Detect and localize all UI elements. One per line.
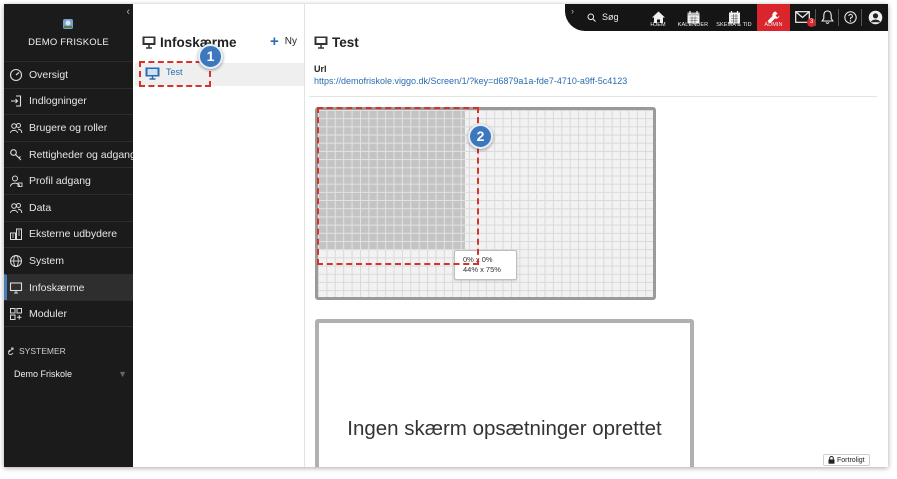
wrench-icon: [767, 11, 780, 24]
systems-heading: SYSTEMER: [8, 346, 66, 356]
sidebar-item-label: System: [29, 254, 65, 267]
annotation-highlight-2: [317, 107, 479, 265]
system-select-value: Demo Friskole: [14, 369, 73, 379]
sidebar-nav: Oversigt Indlogninger Brugere og roller …: [4, 61, 133, 327]
empty-state-box: Ingen skærm opsætninger oprettet: [315, 319, 694, 467]
link-icon: [8, 347, 14, 355]
schedule-icon: [729, 11, 740, 24]
sidebar-item-profil-adgang[interactable]: Profil adgang: [4, 167, 133, 194]
new-button-label: Ny: [284, 36, 297, 47]
empty-state-message: Ingen skærm opsætninger oprettet: [347, 417, 662, 440]
modules-icon: [10, 307, 22, 320]
selection-size: 44% x 75%: [463, 265, 501, 274]
sidebar-item-infoskaerme[interactable]: Infoskærme: [4, 273, 133, 301]
dashboard-icon: [9, 68, 23, 81]
topbar-divider: [815, 9, 816, 26]
url-label: Url: [314, 64, 327, 74]
sidebar-item-label: Eksterne udbydere: [29, 228, 118, 241]
screen-icon: [142, 36, 156, 49]
search-icon: [587, 13, 596, 22]
sidebar-item-label: Rettigheder og adgang: [29, 148, 133, 161]
help-icon[interactable]: [844, 11, 857, 24]
login-icon: [11, 95, 22, 107]
external-providers-icon: [10, 228, 22, 241]
search-label: Søg: [602, 12, 619, 22]
sidebar-item-moduler[interactable]: Moduler: [4, 300, 133, 327]
chevron-right-icon[interactable]: ›: [571, 6, 574, 16]
home-icon: [652, 11, 665, 23]
sidebar-item-oversigt[interactable]: Oversigt: [4, 61, 133, 88]
sidebar-item-label: Brugere og roller: [29, 121, 108, 134]
data-icon: [10, 202, 23, 213]
top-bar: › Søg HJEM KALENDER SKEMA & TID ADMIN 3: [565, 4, 888, 31]
topbar-divider: [838, 9, 839, 26]
sidebar-item-label: Oversigt: [29, 68, 69, 81]
sidebar-item-eksterne-udbydere[interactable]: Eksterne udbydere: [4, 220, 133, 248]
school-logo-icon: [63, 19, 73, 29]
sidebar: ‹ DEMO FRISKOLE Oversigt Indlogninger Br…: [4, 4, 133, 467]
sidebar-item-label: Data: [29, 201, 52, 214]
globe-icon: [10, 254, 22, 267]
calendar-icon: [687, 11, 700, 24]
sidebar-item-rettigheder-og-adgang[interactable]: Rettigheder og adgang: [4, 140, 133, 168]
sidebar-item-brugere-og-roller[interactable]: Brugere og roller: [4, 114, 133, 141]
sidebar-item-label: Infoskærme: [29, 281, 85, 294]
app-window: ‹ DEMO FRISKOLE Oversigt Indlogninger Br…: [4, 4, 888, 467]
profile-access-icon: [10, 175, 23, 188]
caret-down-icon: ▼: [118, 369, 127, 379]
annotation-marker-1: 1: [198, 44, 223, 69]
confidential-label: Fortroligt: [837, 456, 865, 464]
systems-heading-label: SYSTEMER: [19, 346, 66, 356]
sidebar-item-data[interactable]: Data: [4, 193, 133, 221]
page-title: Test: [314, 35, 359, 50]
screen-icon: [9, 281, 23, 294]
plus-icon: +: [270, 32, 279, 50]
lock-icon: [828, 456, 835, 464]
system-select[interactable]: Demo Friskole ▼: [14, 369, 127, 379]
sidebar-item-label: Moduler: [29, 307, 67, 320]
annotation-marker-2: 2: [468, 124, 493, 149]
list-panel-title: Infoskærme: [142, 35, 237, 50]
screen-url-link[interactable]: https://demofriskole.viggo.dk/Screen/1/?…: [314, 76, 627, 86]
page-title-label: Test: [332, 35, 359, 50]
confidential-badge: Fortroligt: [823, 454, 870, 466]
home-button[interactable]: HJEM: [647, 4, 669, 31]
screen-icon: [314, 36, 328, 49]
bell-icon[interactable]: [821, 10, 834, 24]
new-infoscreen-button[interactable]: + Ny: [270, 32, 297, 50]
school-name: DEMO FRISKOLE: [28, 37, 109, 48]
annotation-highlight-1: [139, 61, 211, 87]
topbar-divider: [861, 9, 862, 26]
key-icon: [10, 148, 22, 160]
content-divider: [309, 96, 877, 97]
schedule-button[interactable]: SKEMA & TID: [713, 4, 755, 31]
users-icon: [10, 122, 23, 134]
sidebar-item-label: Profil adgang: [29, 175, 91, 188]
list-panel-title-label: Infoskærme: [160, 35, 237, 50]
sidebar-item-label: Indlogninger: [29, 95, 87, 108]
search-button[interactable]: Søg: [587, 12, 619, 22]
sidebar-item-indlogninger[interactable]: Indlogninger: [4, 87, 133, 115]
calendar-button[interactable]: KALENDER: [677, 4, 709, 31]
user-avatar-icon[interactable]: [868, 10, 883, 25]
admin-button[interactable]: ADMIN: [757, 4, 790, 31]
collapse-sidebar-icon[interactable]: ‹: [126, 7, 130, 18]
sidebar-item-system[interactable]: System: [4, 247, 133, 274]
